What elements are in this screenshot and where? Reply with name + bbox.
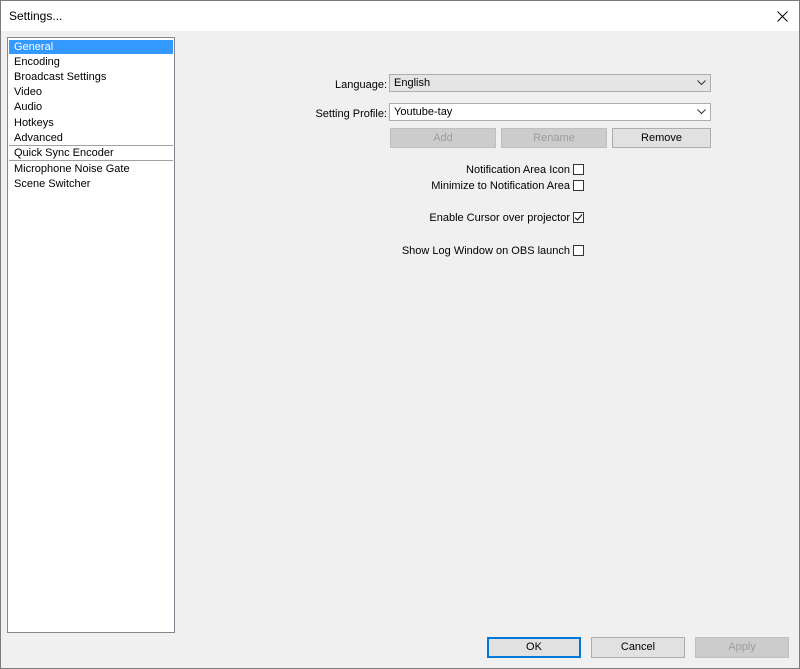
add-profile-button[interactable]: Add xyxy=(390,128,496,148)
sidebar-divider xyxy=(9,160,173,161)
ok-button[interactable]: OK xyxy=(487,637,581,658)
minimize-to-notification-checkbox[interactable] xyxy=(573,180,584,191)
enable-cursor-checkbox[interactable] xyxy=(573,212,584,223)
notification-area-icon-checkbox[interactable] xyxy=(573,164,584,175)
setting-profile-combo[interactable]: Youtube-tay xyxy=(389,103,711,121)
show-log-window-checkbox[interactable] xyxy=(573,245,584,256)
remove-profile-button[interactable]: Remove xyxy=(612,128,711,148)
chevron-down-icon xyxy=(697,109,706,115)
sidebar-item-encoding[interactable]: Encoding xyxy=(9,55,173,69)
notification-area-icon-label: Notification Area Icon xyxy=(466,164,570,176)
apply-button[interactable]: Apply xyxy=(695,637,789,658)
language-select[interactable]: English xyxy=(389,74,711,92)
close-icon xyxy=(776,10,788,22)
rename-profile-button[interactable]: Rename xyxy=(501,128,607,148)
minimize-to-notification-label: Minimize to Notification Area xyxy=(431,180,570,192)
sidebar-item-scene-switcher[interactable]: Scene Switcher xyxy=(9,177,173,191)
settings-window: Settings... General Encoding Broadcast S… xyxy=(0,0,800,669)
enable-cursor-label: Enable Cursor over projector xyxy=(429,212,570,224)
language-label: Language: xyxy=(335,79,387,91)
language-value: English xyxy=(394,77,431,89)
checkmark-icon xyxy=(574,214,583,221)
title-bar[interactable]: Settings... xyxy=(1,1,799,31)
show-log-window-label: Show Log Window on OBS launch xyxy=(401,245,570,257)
sidebar-item-microphone-noise-gate[interactable]: Microphone Noise Gate xyxy=(9,162,173,176)
sidebar-item-video[interactable]: Video xyxy=(9,85,173,99)
sidebar-item-hotkeys[interactable]: Hotkeys xyxy=(9,116,173,130)
chevron-down-icon xyxy=(697,80,706,86)
setting-profile-label: Setting Profile: xyxy=(315,108,387,120)
setting-profile-value: Youtube-tay xyxy=(394,106,453,118)
window-title: Settings... xyxy=(9,9,63,23)
cancel-button[interactable]: Cancel xyxy=(591,637,685,658)
close-button[interactable] xyxy=(765,1,799,31)
sidebar-item-advanced[interactable]: Advanced xyxy=(9,131,173,145)
sidebar-item-audio[interactable]: Audio xyxy=(9,100,173,114)
settings-sidebar: General Encoding Broadcast Settings Vide… xyxy=(7,37,175,633)
sidebar-item-general[interactable]: General xyxy=(9,40,173,54)
sidebar-item-quick-sync-encoder[interactable]: Quick Sync Encoder xyxy=(9,146,173,160)
sidebar-item-broadcast-settings[interactable]: Broadcast Settings xyxy=(9,70,173,84)
